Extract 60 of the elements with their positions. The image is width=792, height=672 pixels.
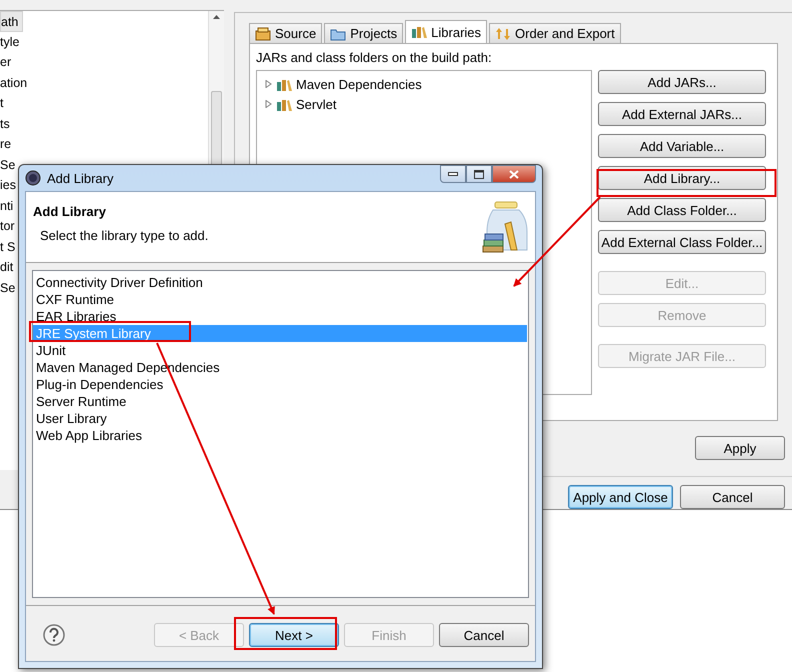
action-button[interactable]: Add External JARs...: [598, 102, 766, 126]
action-button[interactable]: Add External Class Folder...: [598, 230, 766, 254]
tree-item[interactable]: Maven Dependencies: [296, 76, 422, 92]
tree-item[interactable]: Servlet: [296, 96, 336, 112]
tab[interactable]: Source: [249, 23, 322, 43]
list-item[interactable]: Server Runtime: [33, 393, 527, 410]
close-icon: [509, 170, 519, 178]
books-icon: [276, 78, 292, 90]
footer-button[interactable]: Apply and Close: [568, 485, 673, 509]
sidebar-item[interactable]: ies: [0, 175, 20, 196]
arrows-icon: [495, 26, 512, 40]
dialog-heading: Add Library: [33, 204, 107, 219]
books-icon: [411, 25, 428, 39]
sidebar-item[interactable]: ts: [0, 114, 14, 134]
action-button[interactable]: Add Class Folder...: [598, 198, 766, 222]
list-item[interactable]: CXF Runtime: [33, 291, 527, 308]
tab[interactable]: Libraries: [405, 20, 488, 43]
window-title: Add Library: [47, 170, 114, 186]
sidebar-item[interactable]: ation: [0, 72, 32, 93]
wizard-button[interactable]: Cancel: [439, 623, 529, 647]
help-icon[interactable]: [43, 624, 65, 646]
list-item[interactable]: User Library: [33, 410, 527, 427]
sidebar-item[interactable]: er: [0, 52, 16, 72]
expand-arrow-icon[interactable]: [265, 80, 272, 88]
sidebar-item[interactable]: dit: [0, 257, 18, 278]
books-icon: [276, 98, 292, 110]
sidebar-item[interactable]: re: [0, 134, 16, 154]
list-item[interactable]: JUnit: [33, 342, 527, 359]
footer-button[interactable]: Cancel: [680, 485, 785, 509]
list-item[interactable]: EAR Libraries: [33, 308, 527, 325]
minimize-icon: [448, 172, 458, 176]
maximize-button[interactable]: [466, 165, 492, 183]
maximize-icon: [474, 170, 484, 178]
sidebar-item[interactable]: Se: [0, 278, 20, 298]
action-button[interactable]: Add JARs...: [598, 70, 766, 94]
list-item[interactable]: Web App Libraries: [33, 427, 527, 444]
action-button[interactable]: Add Library...: [598, 166, 766, 190]
expand-arrow-icon[interactable]: [265, 100, 272, 108]
sidebar-item[interactable]: nti: [0, 196, 18, 216]
close-button[interactable]: [492, 165, 536, 183]
action-button[interactable]: Add Variable...: [598, 134, 766, 158]
sidebar-item[interactable]: t: [0, 93, 8, 114]
scroll-up-icon[interactable]: [213, 15, 220, 19]
sidebar-item[interactable]: ath: [0, 11, 24, 32]
package-icon: [255, 26, 271, 40]
tab[interactable]: Order and Export: [489, 23, 621, 43]
list-item[interactable]: Connectivity Driver Definition: [33, 274, 527, 291]
tab[interactable]: Projects: [324, 23, 404, 43]
build-path-label: JARs and class folders on the build path:: [256, 50, 493, 65]
list-item[interactable]: Plug-in Dependencies: [33, 376, 527, 393]
wizard-button[interactable]: Next >: [249, 623, 339, 647]
app-icon: [25, 170, 41, 186]
sidebar-item[interactable]: tyle: [0, 32, 24, 52]
sidebar-item[interactable]: tor: [0, 216, 19, 236]
sidebar-item[interactable]: Se: [0, 154, 20, 175]
folder-icon: [330, 26, 346, 40]
apply-button[interactable]: Apply: [695, 436, 785, 460]
dialog-description: Select the library type to add.: [40, 228, 210, 243]
sidebar-item[interactable]: t S: [0, 236, 20, 257]
minimize-button[interactable]: [440, 165, 466, 183]
